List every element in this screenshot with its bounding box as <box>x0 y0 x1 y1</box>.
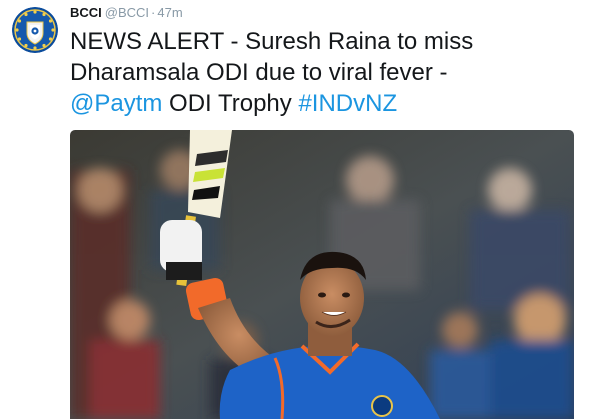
tweet-photo[interactable] <box>70 130 574 419</box>
avatar[interactable] <box>12 7 58 53</box>
bcci-crest-icon <box>12 7 58 53</box>
separator-dot: · <box>151 5 156 20</box>
tweet-text-middle: ODI Trophy <box>162 90 299 117</box>
mention-link[interactable]: @Paytm <box>70 90 162 117</box>
display-name[interactable]: BCCI <box>70 5 102 20</box>
tweet-card: BCCI @BCCI · 47m NEWS ALERT - Suresh Raina … <box>0 0 590 419</box>
user-handle[interactable]: @BCCI <box>105 5 149 20</box>
timestamp[interactable]: 47m <box>157 5 182 20</box>
cricketer-celebrating-photo <box>70 130 574 419</box>
tweet-text: NEWS ALERT - Suresh Raina to miss Dharam… <box>70 26 585 119</box>
tweet-header: BCCI @BCCI · 47m <box>70 4 183 22</box>
hashtag-link[interactable]: #INDvNZ <box>298 90 397 117</box>
tweet-text-main: NEWS ALERT - Suresh Raina to miss Dharam… <box>70 28 474 86</box>
